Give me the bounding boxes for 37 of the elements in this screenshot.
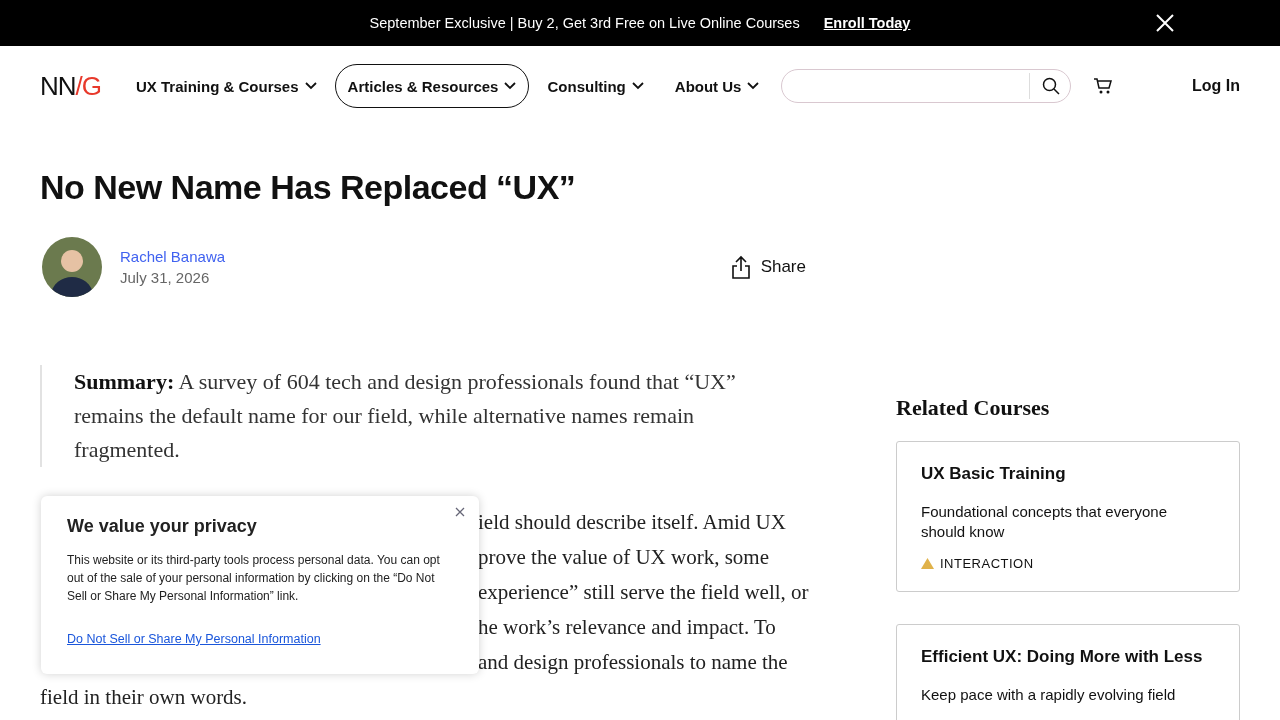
privacy-link[interactable]: Do Not Sell or Share My Personal Information (67, 632, 321, 646)
course-description: Foundational concepts that everyone should know (921, 502, 1168, 542)
chevron-icon (304, 82, 317, 90)
popup-title: We value your privacy (67, 516, 258, 537)
chevron-icon (631, 82, 644, 90)
body-text: prove the value of UX work, some (478, 544, 770, 571)
body-text: he work’s relevance and impact. To (478, 614, 777, 641)
enroll-link[interactable]: Enroll Today (823, 15, 911, 31)
promo-text: September Exclusive | Buy 2, Get 3rd Free on Live Online Courses (369, 15, 800, 31)
course-description: Keep pace with a rapidly evolving field (921, 685, 1177, 705)
logo[interactable]: NN/G (40, 70, 101, 102)
summary-text: Summary: A survey of 604 tech and design professionals found that “UX” remains the default name for our field, while alternative names remain fragmented. (40, 365, 830, 467)
publish-date: July 31, 2026 (120, 269, 211, 286)
course-title: UX Basic Training (921, 464, 1067, 484)
login-link[interactable]: Log In (1192, 77, 1240, 95)
course-card[interactable]: Efficient UX: Doing More with Less Keep pace with a rapidly evolving field (896, 624, 1240, 720)
body-text: field in their own words. (40, 684, 249, 711)
share-icon (730, 255, 751, 279)
article-title: No New Name Has Replaced “UX” (40, 168, 577, 207)
body-text: experience” still serve the field well, or (478, 579, 810, 606)
course-title: Efficient UX: Doing More with Less (921, 647, 1204, 667)
nav-menu-item[interactable]: Consulting (534, 64, 657, 108)
body-text: ield should describe itself. Amid UX (478, 509, 787, 536)
body-text: and design professionals to name the (478, 649, 789, 676)
share-button[interactable]: Share (724, 254, 812, 280)
avatar (42, 237, 102, 297)
course-card[interactable]: UX Basic Training Foundational concepts that everyone should know INTERACTION (896, 441, 1240, 592)
search-icon[interactable] (1042, 77, 1061, 95)
nav-menu-item[interactable]: About Us (661, 64, 773, 108)
nav-menu-item[interactable]: UX Training & Courses (123, 64, 330, 108)
chevron-icon (747, 82, 760, 90)
popup-text: This website or its third-party tools process personal data. You can opt out of the sale of your personal information by clicking on the “Do Not Sell or Share My Personal Information” link. (67, 552, 441, 605)
chevron-icon (504, 82, 517, 90)
course-tag: INTERACTION (940, 556, 1034, 571)
sidebar-heading: Related Courses (896, 395, 1051, 421)
author-link[interactable]: Rachel Banawa (120, 248, 226, 265)
cart-icon[interactable] (1093, 77, 1114, 95)
